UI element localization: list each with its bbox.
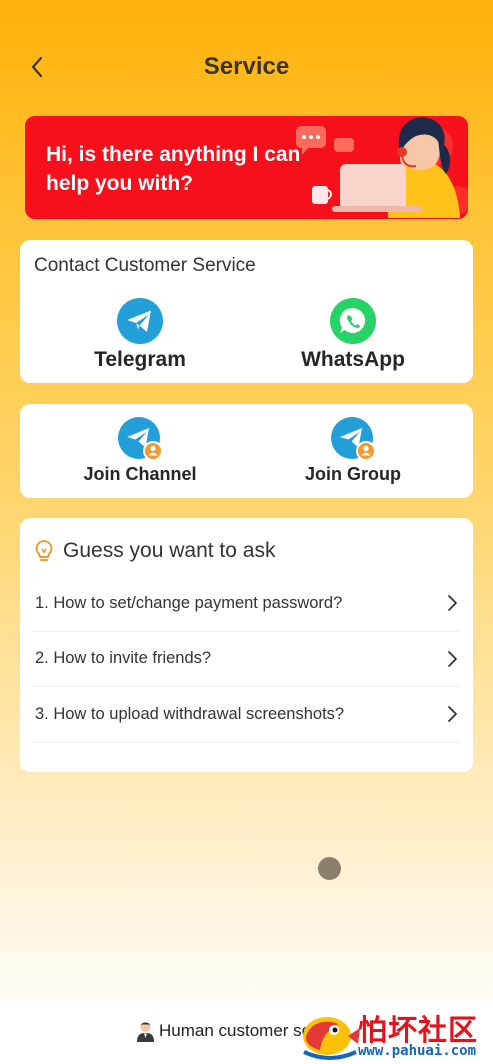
telegram-group-icon: [331, 417, 376, 461]
watermark-url: www.pahuai.com: [358, 1043, 477, 1059]
lightbulb-icon: [35, 539, 53, 561]
faq-item[interactable]: 3. How to upload withdrawal screenshots?: [33, 687, 460, 743]
chevron-right-icon: [448, 706, 457, 723]
page-title: Service: [203, 53, 290, 80]
faq-item-text: 1. How to set/change payment password?: [35, 593, 343, 612]
join-group-label: Join Group: [305, 464, 401, 484]
telegram-label: Telegram: [94, 348, 186, 371]
whatsapp-button[interactable]: WhatsApp: [263, 298, 443, 372]
faq-item-text: 2. How to invite friends?: [35, 649, 212, 668]
faq-title: Guess you want to ask: [63, 539, 276, 562]
telegram-button[interactable]: Telegram: [50, 298, 230, 372]
contact-title: Contact Customer Service: [34, 255, 256, 276]
whatsapp-icon: [330, 298, 376, 344]
chevron-right-icon: [448, 650, 457, 667]
join-card: Join Channel Join Group: [20, 404, 473, 498]
support-banner: Hi, is there anything I can help you wit…: [25, 116, 468, 219]
faq-item[interactable]: 1. How to set/change payment password?: [33, 576, 460, 632]
fish-logo-icon: [303, 1017, 360, 1060]
faq-item[interactable]: 2. How to invite friends?: [33, 632, 460, 687]
watermark: 怕坏社区 www.pahuai.com: [300, 1006, 490, 1062]
telegram-channel-icon: [118, 417, 163, 461]
faq-card: Guess you want to ask 1. How to set/chan…: [20, 518, 473, 772]
agent-avatar-icon: [137, 1022, 154, 1042]
faq-header: Guess you want to ask: [34, 539, 275, 563]
faq-item-text: 3. How to upload withdrawal screenshots?: [35, 704, 345, 723]
join-channel-label: Join Channel: [83, 464, 197, 484]
chevron-right-icon: [448, 595, 457, 612]
faq-list: 1. How to set/change payment password? 2…: [33, 576, 460, 743]
join-group-button[interactable]: Join Group: [263, 416, 443, 485]
telegram-icon: [117, 298, 163, 344]
join-channel-button[interactable]: Join Channel: [50, 416, 230, 485]
contact-service-card: Contact Customer Service Telegram WhatsA…: [20, 240, 473, 383]
whatsapp-label: WhatsApp: [301, 348, 405, 371]
floating-touch-dot[interactable]: [318, 857, 341, 880]
support-agent-illustration: [296, 117, 468, 218]
